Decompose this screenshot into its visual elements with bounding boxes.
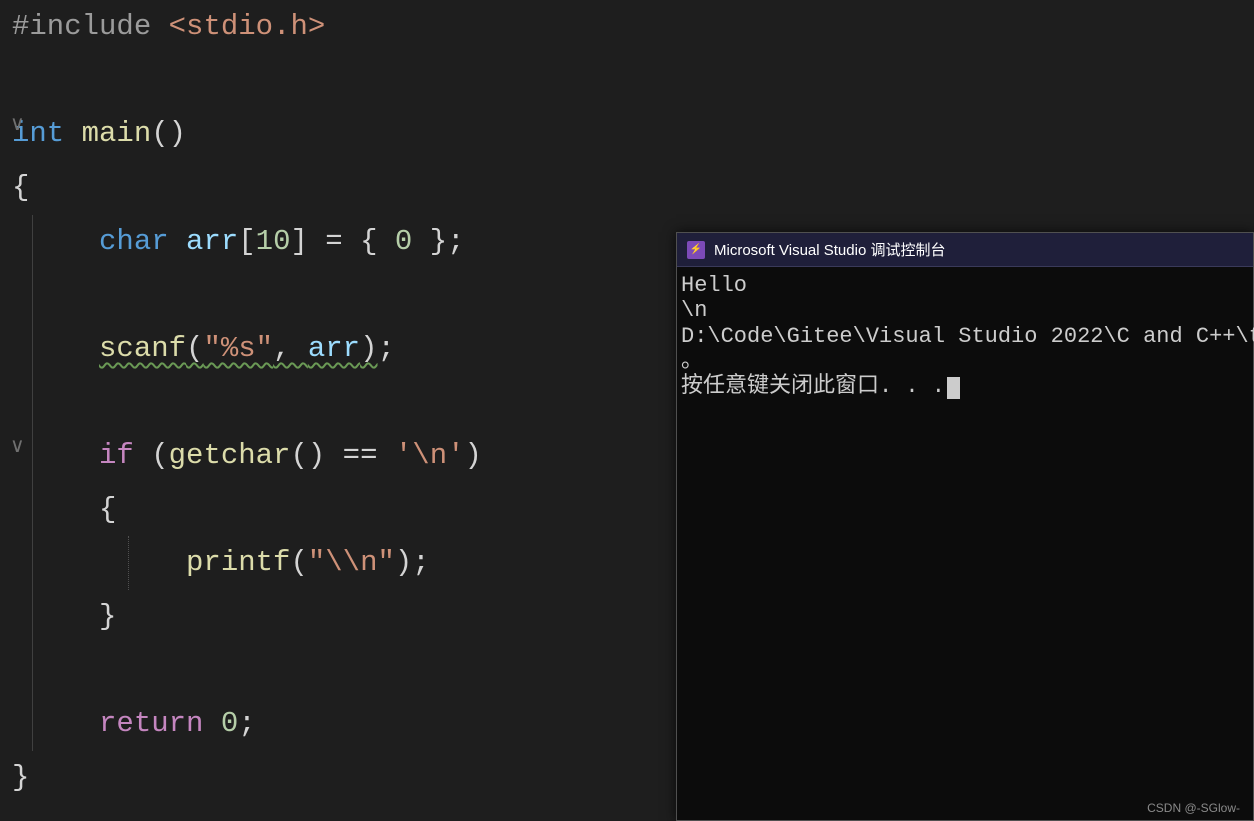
console-line: D:\Code\Gitee\Visual Studio 2022\C and C… xyxy=(681,324,1254,349)
brace-close: } xyxy=(12,761,29,794)
fn-getchar: getchar xyxy=(169,439,291,472)
arr-size: 10 xyxy=(256,225,291,258)
code-line: #include <stdio.h> xyxy=(12,0,1254,54)
console-title: Microsoft Visual Studio 调试控制台 xyxy=(714,239,945,260)
console-line: 。 xyxy=(681,349,703,374)
str-pct-s: "%s" xyxy=(203,332,273,365)
fn-printf: printf xyxy=(186,546,290,579)
watermark-text: CSDN @-SGlow- xyxy=(1147,801,1240,815)
kw-char: char xyxy=(99,225,169,258)
console-title-bar[interactable]: ⚡ Microsoft Visual Studio 调试控制台 xyxy=(677,233,1253,267)
fn-main: main xyxy=(82,117,152,150)
cursor-icon xyxy=(947,377,960,399)
debug-console-window[interactable]: ⚡ Microsoft Visual Studio 调试控制台 Hello \n… xyxy=(676,232,1254,821)
kw-return: return xyxy=(99,707,203,740)
console-line: \n xyxy=(681,298,707,323)
char-newline: '\n' xyxy=(395,439,465,472)
collapse-icon[interactable]: ∨ xyxy=(10,429,25,466)
console-output[interactable]: Hello \n D:\Code\Gitee\Visual Studio 202… xyxy=(677,267,1253,405)
code-line: { xyxy=(12,161,1254,215)
code-line: ∨int main() xyxy=(12,107,1254,161)
code-line-blank xyxy=(12,54,1254,108)
console-line: Hello xyxy=(681,273,747,298)
preproc-directive: #include xyxy=(12,10,151,43)
include-header: <stdio.h> xyxy=(169,10,326,43)
kw-if: if xyxy=(99,439,134,472)
collapse-icon[interactable]: ∨ xyxy=(10,107,25,144)
fn-scanf: scanf xyxy=(99,332,186,365)
parens: () xyxy=(151,117,186,150)
vs-icon: ⚡ xyxy=(687,241,705,259)
console-line: 按任意键关闭此窗口. . . xyxy=(681,374,945,399)
str-bslash-n: "\\n" xyxy=(308,546,395,579)
brace-open: { xyxy=(12,171,29,204)
var-arr: arr xyxy=(186,225,238,258)
